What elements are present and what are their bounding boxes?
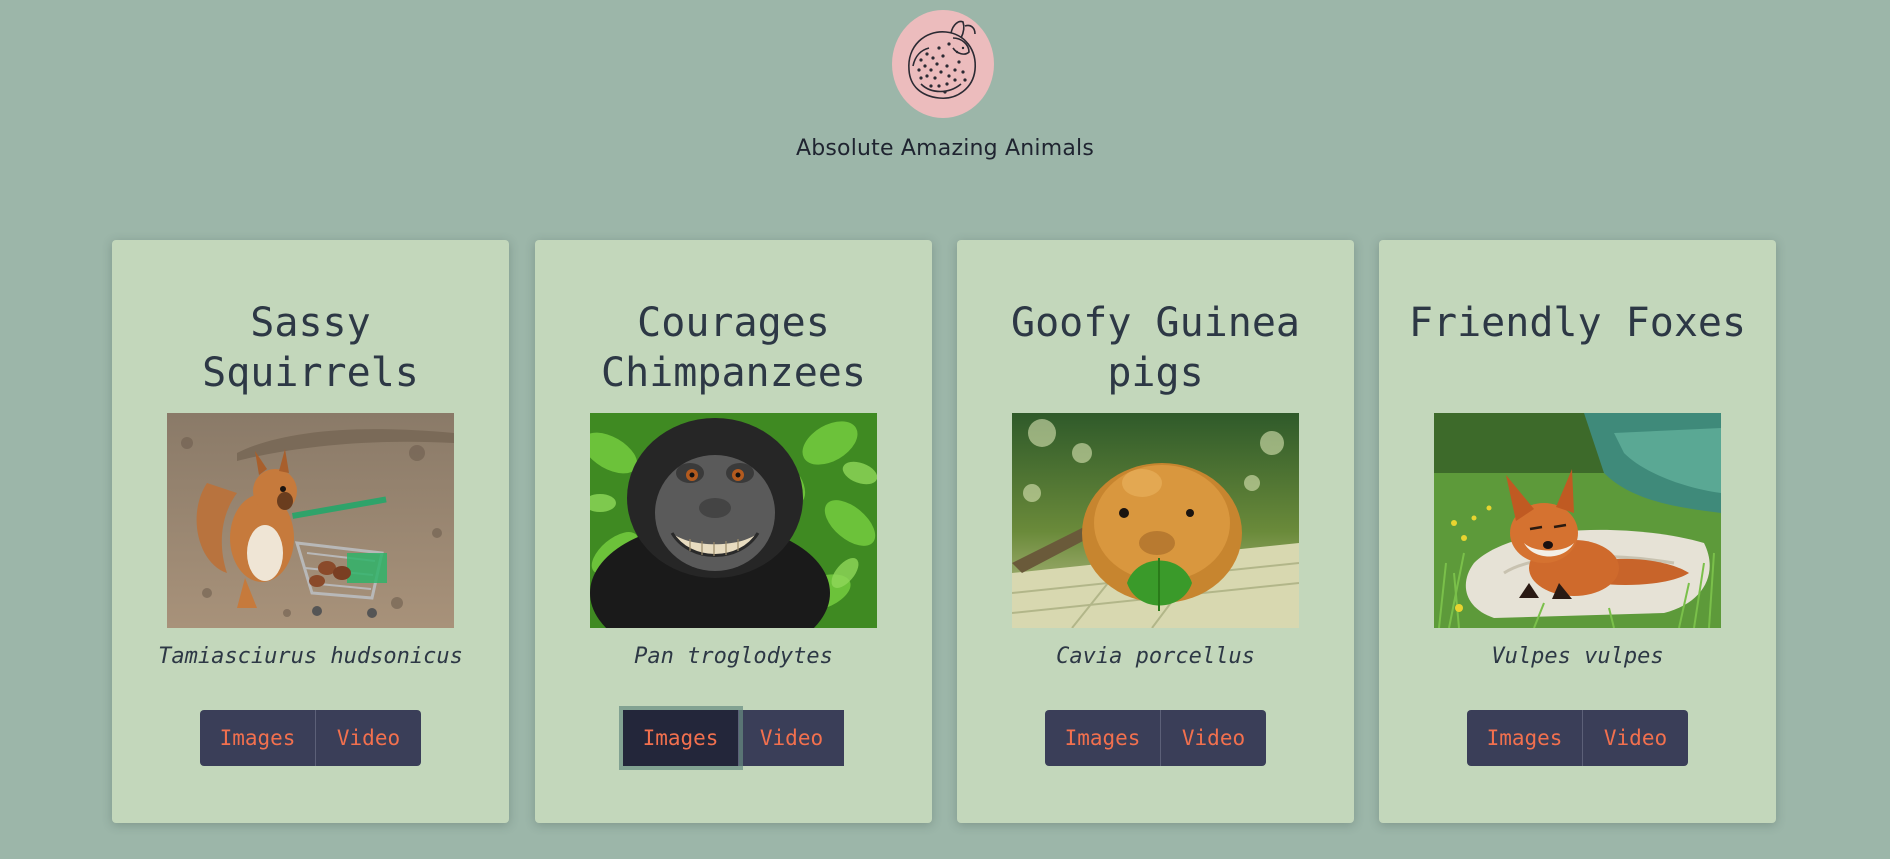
species-name: Pan troglodytes (634, 644, 833, 669)
media-button-group: Images Video (623, 710, 844, 766)
page: Absolute Amazing Animals Sassy Squirrels (0, 0, 1890, 859)
animal-card-chimpanzees: Courages Chimpanzees Pan troglodytes Ima… (535, 240, 932, 823)
media-button-group: Images Video (200, 710, 421, 766)
media-button-group: Images Video (1467, 710, 1688, 766)
species-name: Tamiasciurus hudsonicus (158, 644, 463, 669)
video-button[interactable]: Video (316, 710, 421, 766)
card-title: Courages Chimpanzees (601, 300, 866, 396)
smiling-macaque-image (590, 413, 877, 628)
images-button[interactable]: Images (623, 710, 739, 766)
images-button[interactable]: Images (200, 710, 316, 766)
squirrel-with-shopping-cart-image (167, 413, 454, 628)
animal-card-squirrels: Sassy Squirrels Tamiasciurus hudsonicus … (112, 240, 509, 823)
images-button[interactable]: Images (1467, 710, 1583, 766)
video-button[interactable]: Video (739, 710, 844, 766)
card-title: Friendly Foxes (1408, 300, 1747, 346)
curled-cheetah-logo-icon[interactable] (891, 8, 995, 118)
site-title: Absolute Amazing Animals (795, 136, 1095, 161)
guinea-pig-eating-leaf-image (1012, 413, 1299, 628)
animal-cards: Sassy Squirrels Tamiasciurus hudsonicus … (0, 240, 1890, 823)
card-title: Goofy Guinea pigs (1011, 300, 1300, 396)
media-button-group: Images Video (1045, 710, 1266, 766)
card-title: Sassy Squirrels (202, 300, 419, 396)
animal-card-guinea-pigs: Goofy Guinea pigs Cavia porcellus Images… (957, 240, 1354, 823)
species-name: Cavia porcellus (1056, 644, 1255, 669)
fox-resting-on-rock-image (1434, 413, 1721, 628)
video-button[interactable]: Video (1583, 710, 1688, 766)
species-name: Vulpes vulpes (1491, 644, 1664, 669)
images-button[interactable]: Images (1045, 710, 1161, 766)
animal-card-foxes: Friendly Foxes Vulpes vulpes Images Vide… (1379, 240, 1776, 823)
video-button[interactable]: Video (1161, 710, 1266, 766)
